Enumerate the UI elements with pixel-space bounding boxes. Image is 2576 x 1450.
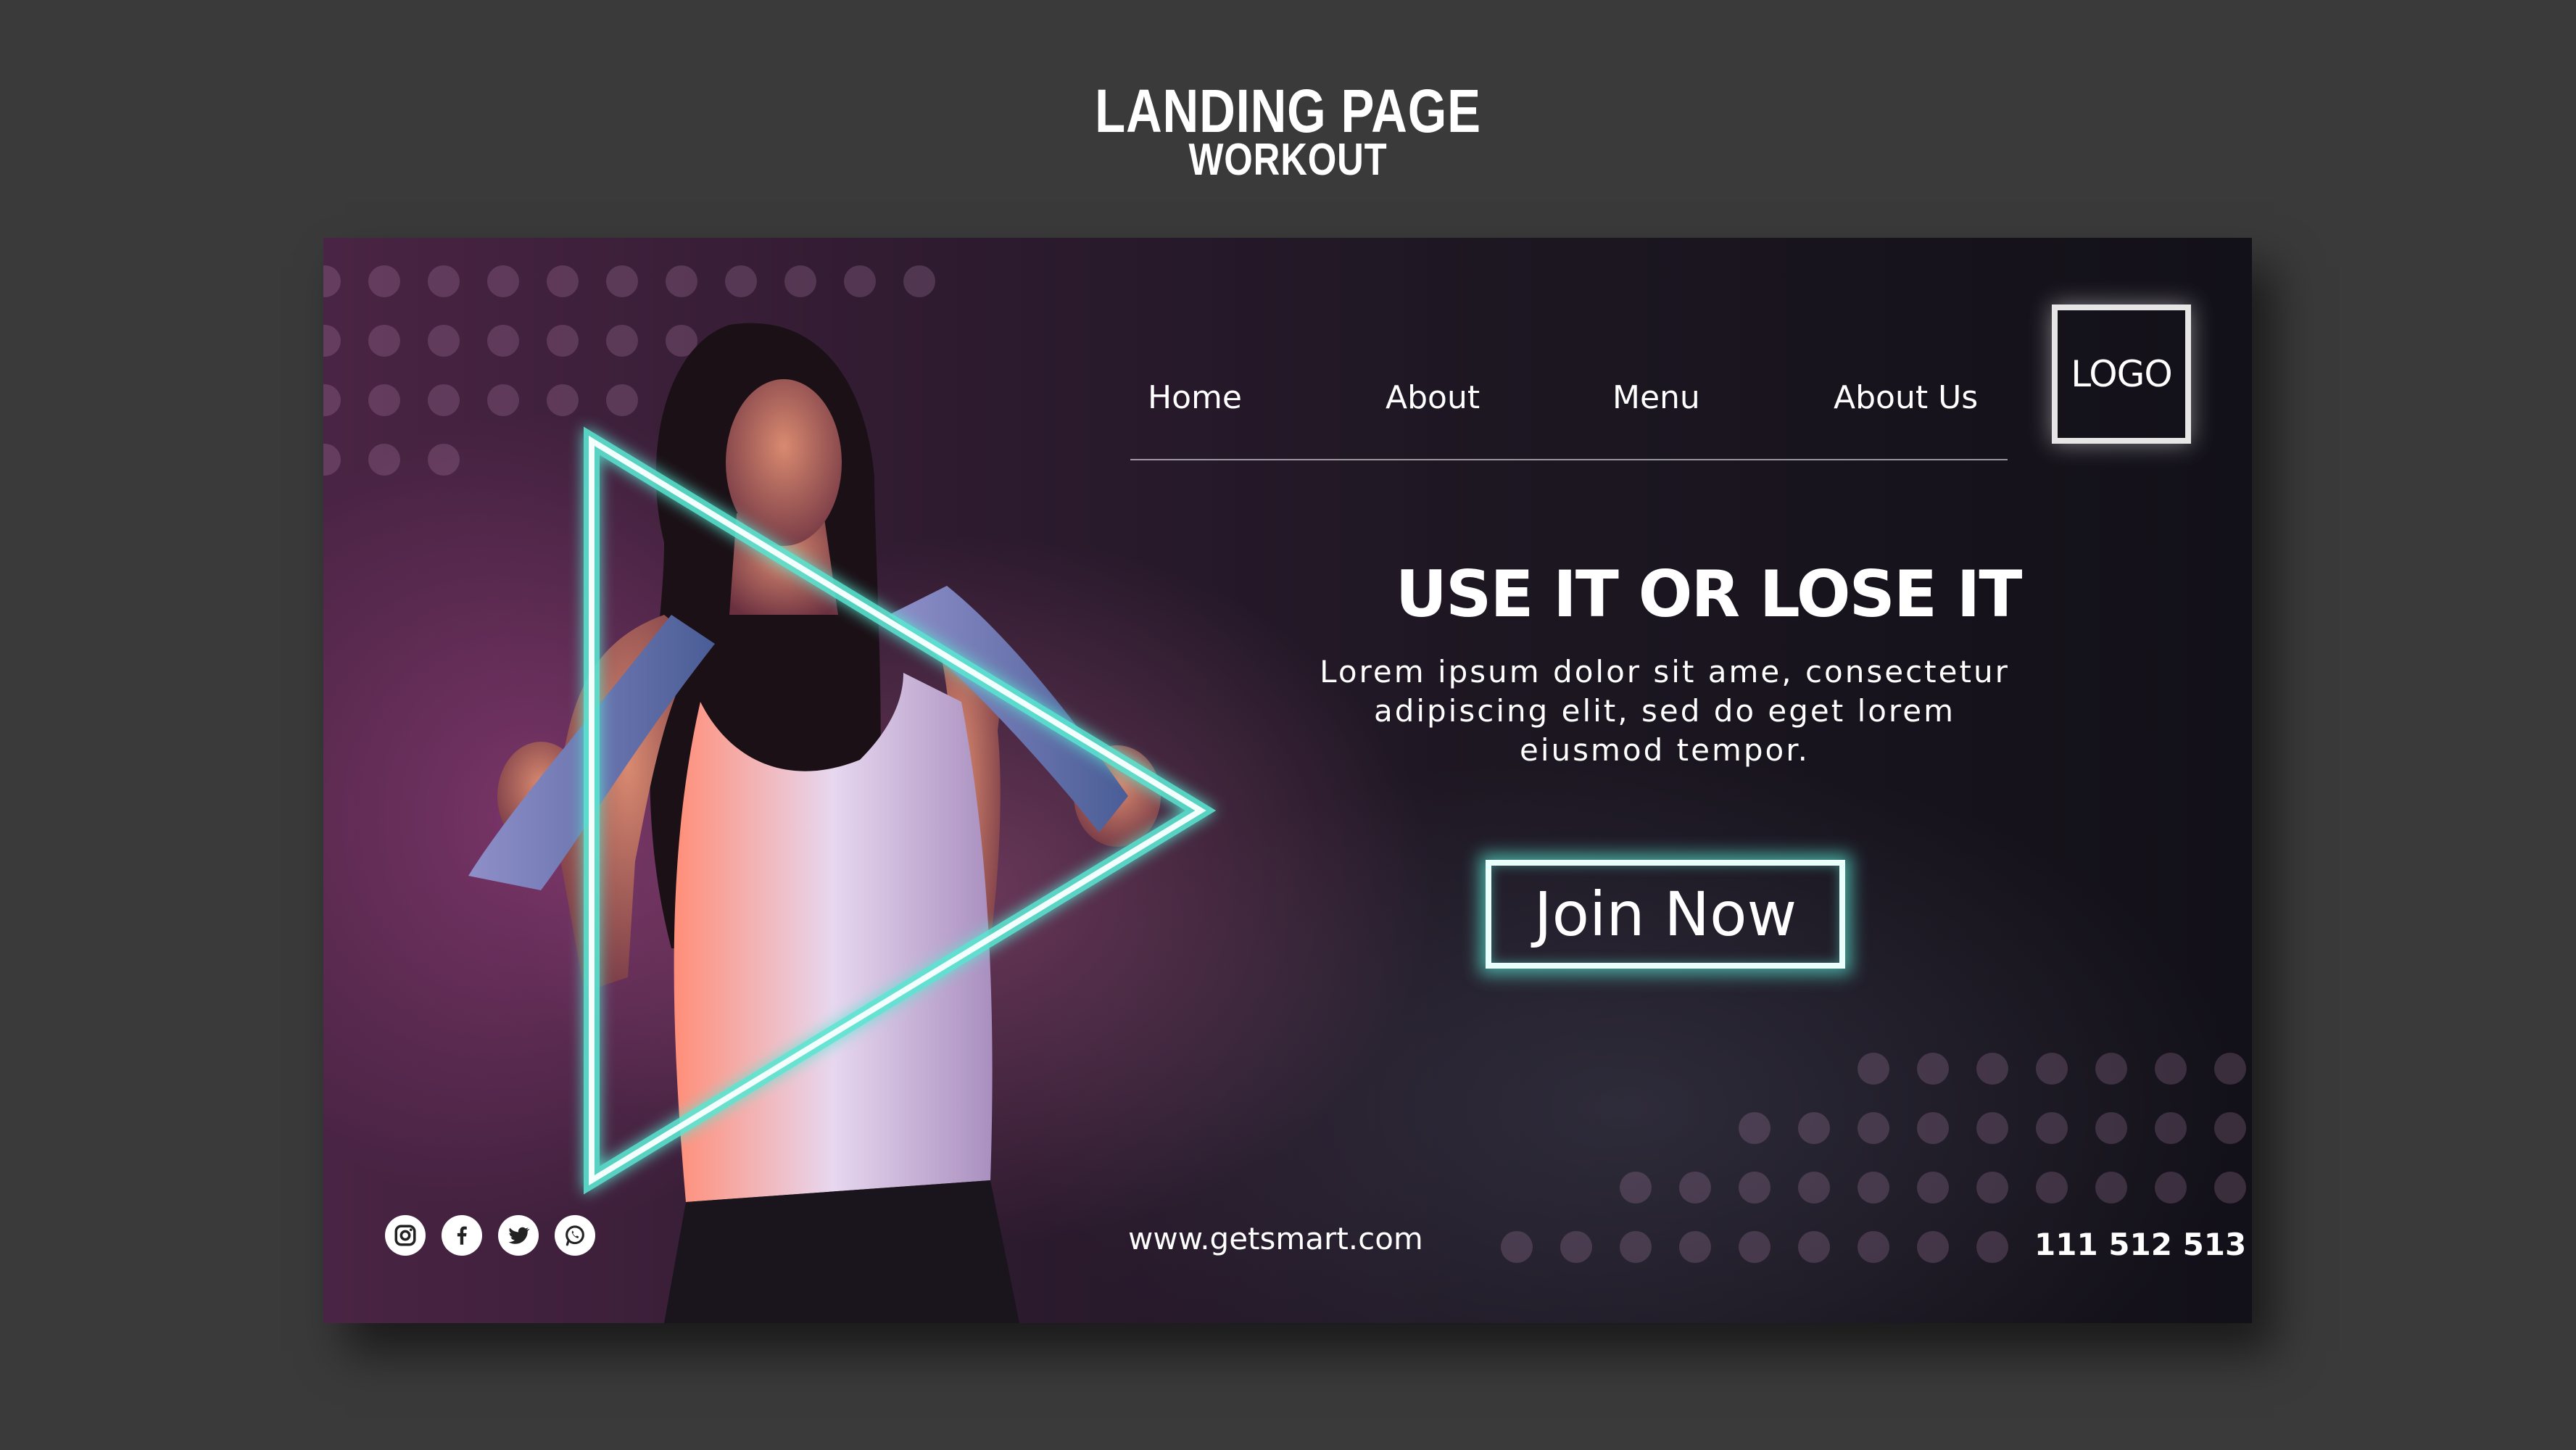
logo[interactable]: LOGO	[2052, 304, 2191, 444]
hero-headline: USE IT OR LOSE IT	[1395, 557, 2023, 631]
phone-number: 111 512 513	[2034, 1227, 2247, 1262]
nav-item-about-us[interactable]: About Us	[1834, 379, 1978, 416]
nav-item-about[interactable]: About	[1386, 379, 1480, 416]
whatsapp-icon[interactable]	[555, 1215, 595, 1256]
landing-page-mockup: Home About Menu About Us LOGO USE IT OR …	[323, 238, 2252, 1323]
instagram-icon[interactable]	[385, 1215, 426, 1256]
hero-body-text: Lorem ipsum dolor sit ame, consectetur a…	[1320, 654, 2010, 768]
twitter-icon[interactable]	[498, 1215, 539, 1256]
hero-athlete-image	[468, 323, 1217, 1323]
website-link[interactable]: www.getsmart.com	[1128, 1221, 1423, 1256]
page-subtitle: WORKOUT	[1188, 135, 1388, 185]
nav-item-home[interactable]: Home	[1148, 379, 1242, 416]
facebook-icon[interactable]	[442, 1215, 482, 1256]
join-now-button[interactable]: Join Now	[1486, 860, 1845, 969]
main-nav: Home About Menu About Us	[1130, 379, 2008, 460]
social-links	[385, 1215, 595, 1256]
nav-item-menu[interactable]: Menu	[1612, 379, 1700, 416]
